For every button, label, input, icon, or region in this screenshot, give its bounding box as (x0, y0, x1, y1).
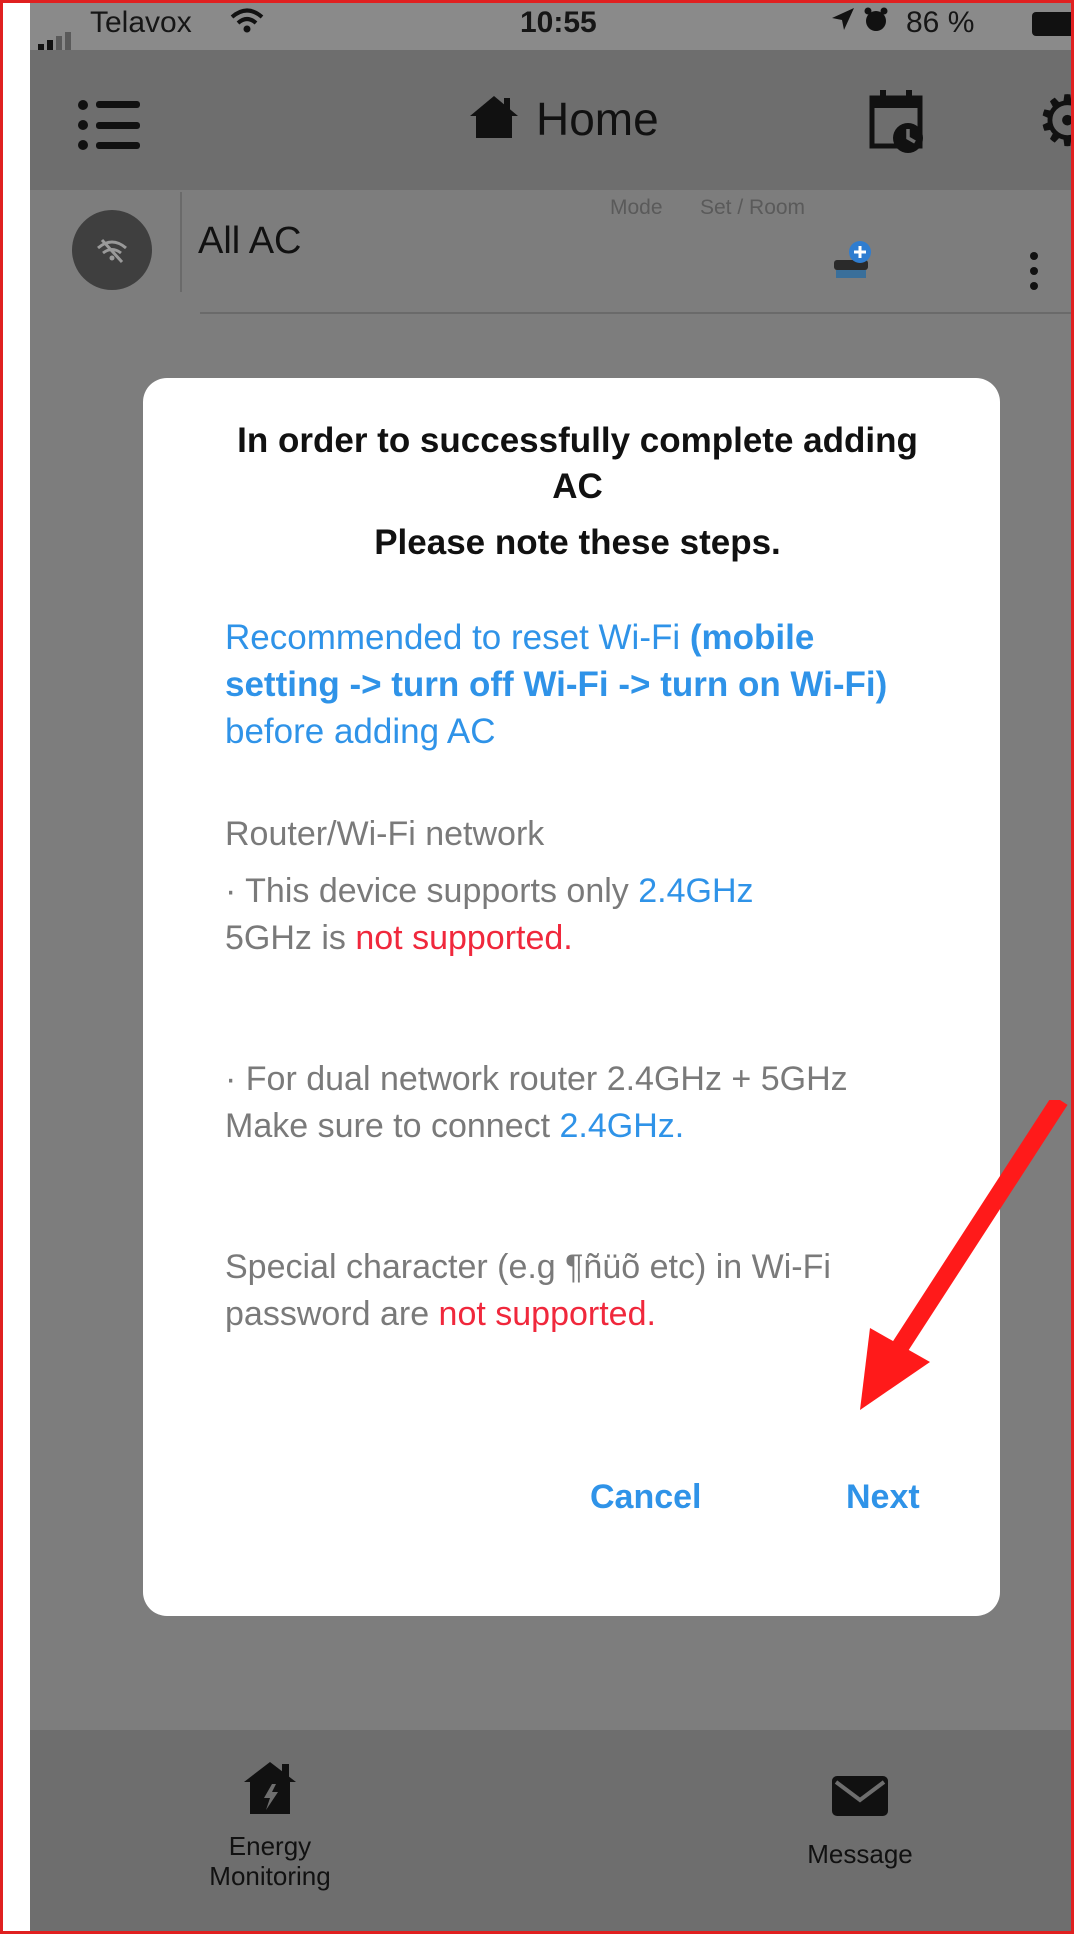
carrier-name: Telavox (90, 6, 192, 39)
special-character-note: Special character (e.g ¶ñüõ etc) in Wi-F… (225, 1248, 831, 1333)
message-tab[interactable]: Message (790, 1774, 930, 1870)
dual-network-note: · For dual network router 2.4GHz + 5GHz M… (225, 1060, 848, 1145)
location-icon (830, 6, 856, 40)
kebab-icon[interactable] (1030, 252, 1040, 297)
wifi-reset-instruction: Recommended to reset Wi-Fi (mobile setti… (225, 618, 888, 751)
divider (200, 312, 1074, 314)
room-row[interactable]: All AC Mode Set / Room (30, 190, 1074, 320)
dialog-title: In order to successfully complete adding… (237, 421, 918, 506)
wifi-off-icon (72, 210, 152, 290)
mode-label: Mode (610, 196, 663, 219)
cancel-button[interactable]: Cancel (590, 1478, 702, 1517)
menu-icon[interactable] (78, 98, 142, 152)
clock: 10:55 (520, 6, 597, 39)
battery-percent: 86 % (906, 6, 975, 39)
bottom-nav: Energy Monitoring Message (30, 1730, 1074, 1934)
set-room-label: Set / Room (700, 196, 806, 219)
energy-monitoring-label: Energy Monitoring (209, 1831, 331, 1891)
next-button[interactable]: Next (846, 1478, 920, 1517)
add-ac-icon[interactable] (830, 238, 876, 289)
energy-icon (180, 1760, 360, 1821)
dialog-actions: Cancel Next (143, 1478, 1000, 1538)
divider (180, 192, 182, 292)
frequency-support-note: · This device supports only 2.4GHz 5GHz i… (225, 872, 754, 957)
message-label: Message (807, 1839, 913, 1869)
schedule-icon[interactable] (868, 90, 926, 159)
router-heading: Router/Wi-Fi network (225, 815, 545, 853)
energy-monitoring-tab[interactable]: Energy Monitoring (180, 1760, 360, 1891)
dialog-subtitle: Please note these steps. (374, 523, 781, 562)
home-icon (468, 94, 520, 145)
room-name: All AC (198, 220, 302, 262)
gear-icon[interactable]: ⚙ (1036, 86, 1074, 156)
page-title: Home (536, 93, 659, 145)
annotation-arrow (860, 1100, 1068, 1410)
battery-icon (1032, 12, 1074, 36)
alarm-icon (862, 6, 890, 42)
app-header: Home ⚙ (30, 50, 1074, 190)
wifi-icon (230, 8, 264, 42)
app-screen: Telavox 10:55 86 % Home ⚙ All AC Mode Se… (30, 0, 1074, 1934)
signal-icon (38, 16, 74, 50)
status-bar: Telavox 10:55 86 % (30, 0, 1074, 50)
message-icon (790, 1774, 930, 1823)
